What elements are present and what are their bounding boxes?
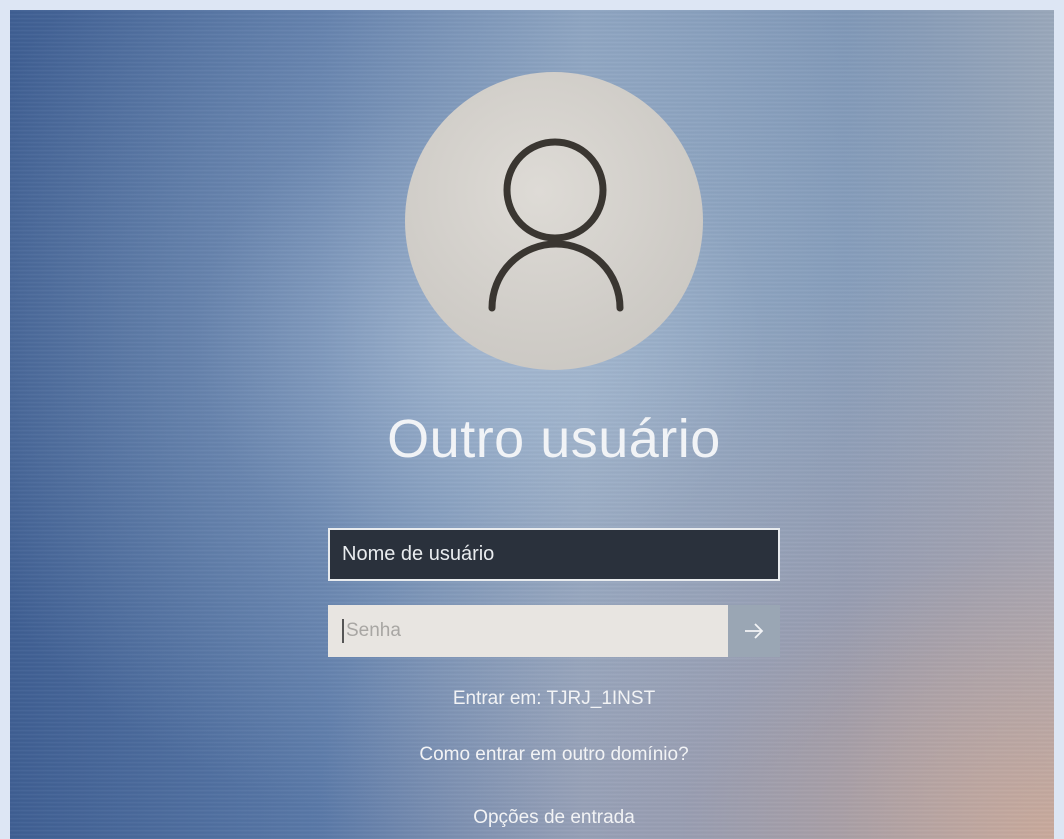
submit-button[interactable] — [728, 605, 780, 657]
password-row: Senha — [328, 605, 780, 657]
avatar — [405, 72, 703, 370]
sign-in-options-link[interactable]: Opções de entrada — [10, 807, 1064, 829]
lock-screen: Outro usuário Nome de usuário Senha Entr… — [0, 0, 1064, 839]
other-domain-link[interactable]: Como entrar em outro domínio? — [10, 744, 1064, 766]
domain-label: Entrar em: TJRJ_1INST — [452, 688, 656, 709]
text-caret — [342, 619, 344, 643]
password-placeholder: Senha — [346, 620, 401, 641]
password-field[interactable]: Senha — [328, 605, 728, 657]
arrow-right-icon — [745, 623, 764, 639]
username-field[interactable]: Nome de usuário — [328, 528, 780, 581]
user-title: Outro usuário — [387, 409, 721, 469]
user-icon — [488, 138, 624, 312]
